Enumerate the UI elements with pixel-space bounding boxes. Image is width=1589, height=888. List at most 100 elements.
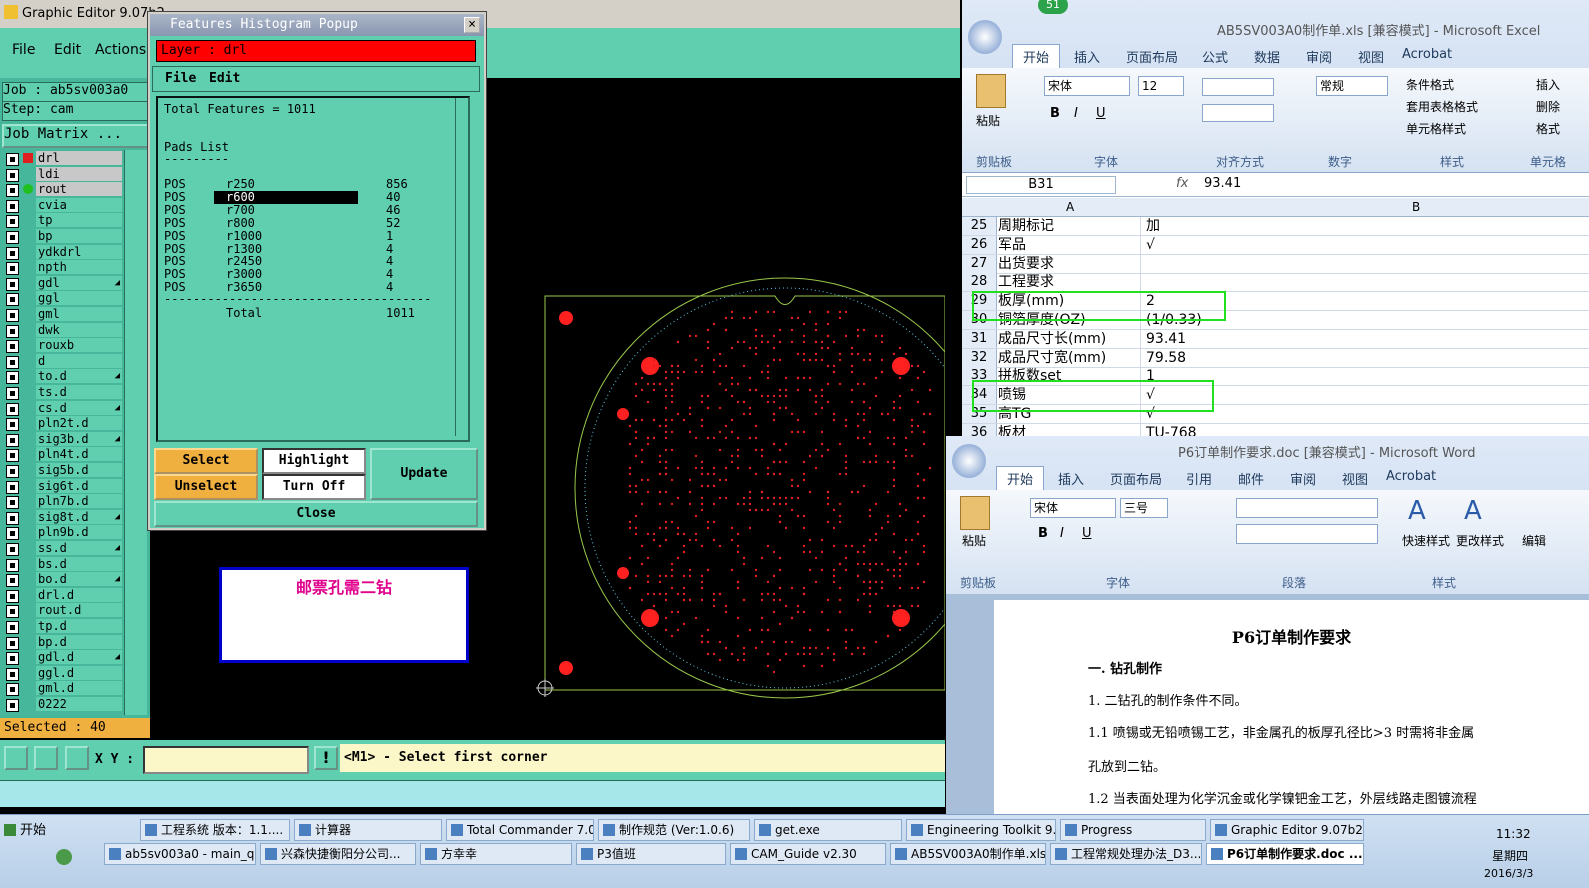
- layer-row[interactable]: ydkdrl: [4, 244, 122, 260]
- unselect-button[interactable]: Unselect: [154, 474, 258, 500]
- layer-checkbox[interactable]: [6, 558, 19, 572]
- layer-row[interactable]: pln2t.d: [4, 416, 122, 432]
- layer-row[interactable]: sig8t.d ◢: [4, 509, 122, 525]
- layer-name[interactable]: bo.d ◢: [36, 572, 122, 587]
- layer-checkbox[interactable]: [6, 324, 19, 338]
- layer-name[interactable]: bs.d: [36, 556, 122, 571]
- excel-tab[interactable]: 页面布局: [1126, 47, 1178, 66]
- layer-name[interactable]: sig5b.d: [36, 463, 122, 477]
- row-number[interactable]: 27: [962, 254, 997, 273]
- popup-menu-edit[interactable]: Edit: [209, 71, 240, 86]
- layer-name[interactable]: bp.d: [36, 634, 122, 649]
- word-tab[interactable]: 视图: [1342, 469, 1368, 488]
- taskbar-button[interactable]: ab5sv003a0 - main_qa: [104, 843, 256, 865]
- row-number[interactable]: 36: [962, 423, 997, 436]
- layer-row[interactable]: gml: [4, 307, 122, 322]
- layer-checkbox[interactable]: [6, 621, 19, 634]
- layer-name[interactable]: dwk: [36, 322, 122, 337]
- layer-name[interactable]: sig6t.d: [36, 478, 122, 493]
- layer-checkbox[interactable]: [6, 262, 19, 276]
- row-number[interactable]: 28: [962, 273, 997, 292]
- popup-menu-file[interactable]: File: [165, 71, 196, 86]
- start-button[interactable]: 开始: [0, 819, 68, 843]
- layer-checkbox[interactable]: [6, 589, 19, 603]
- layer-checkbox[interactable]: [6, 153, 19, 166]
- layer-row[interactable]: cs.d ◢: [4, 400, 122, 416]
- quicklaunch-icon[interactable]: [56, 849, 72, 865]
- layer-checkbox[interactable]: [6, 543, 19, 556]
- layer-name[interactable]: tp: [36, 213, 122, 228]
- taskbar-button[interactable]: 工程常规处理办法_D3...: [1050, 843, 1202, 865]
- layer-name[interactable]: pln7b.d: [36, 494, 122, 509]
- word-font-size[interactable]: 三号: [1120, 498, 1168, 518]
- taskbar-button[interactable]: Engineering Toolkit 9.0...: [906, 819, 1056, 841]
- layer-checkbox[interactable]: [6, 496, 19, 510]
- layer-row[interactable]: tp.d: [4, 619, 122, 634]
- layer-row[interactable]: pln9b.d: [4, 525, 122, 541]
- layer-row[interactable]: sig5b.d: [4, 463, 122, 478]
- excel-tab[interactable]: 公式: [1202, 47, 1228, 66]
- layer-name[interactable]: pln4t.d: [36, 447, 122, 462]
- word-tab[interactable]: 审阅: [1290, 469, 1316, 488]
- histogram-row[interactable]: POS r1000 1: [164, 229, 444, 243]
- excel-tab[interactable]: 审阅: [1306, 47, 1332, 66]
- turn-off-button[interactable]: Turn Off: [262, 474, 366, 500]
- change-style-button[interactable]: 更改样式: [1456, 532, 1504, 549]
- layer-checkbox[interactable]: [6, 387, 19, 400]
- row-number[interactable]: 25: [962, 217, 997, 235]
- xy-input[interactable]: [143, 746, 309, 774]
- office-button-icon[interactable]: [952, 444, 986, 478]
- layer-name[interactable]: rouxb: [36, 338, 122, 353]
- word-tab[interactable]: 引用: [1186, 469, 1212, 488]
- cell-a[interactable]: 成品尺寸宽(mm): [998, 348, 1141, 367]
- layer-name[interactable]: drl: [36, 151, 122, 165]
- word-tab[interactable]: 页面布局: [1110, 469, 1162, 488]
- layer-checkbox[interactable]: [6, 683, 19, 697]
- layer-checkbox[interactable]: [6, 636, 19, 650]
- histogram-row[interactable]: POS r250 856: [164, 178, 444, 191]
- underline-icon[interactable]: U: [1096, 106, 1106, 121]
- quick-style-button[interactable]: 快速样式: [1402, 532, 1450, 549]
- paste-icon[interactable]: [976, 74, 1006, 108]
- layer-row[interactable]: bp: [4, 229, 122, 244]
- alert-icon[interactable]: !: [314, 746, 338, 770]
- layer-row[interactable]: gml.d: [4, 681, 122, 697]
- italic-icon[interactable]: I: [1074, 106, 1078, 121]
- number-format[interactable]: 常规: [1316, 76, 1388, 96]
- taskbar-button[interactable]: Graphic Editor 9.07b2 (...: [1210, 819, 1364, 841]
- layer-checkbox[interactable]: [6, 449, 19, 463]
- cell-a[interactable]: 工程要求: [998, 273, 1141, 292]
- quick-style-icon[interactable]: A: [1408, 496, 1440, 528]
- layer-row[interactable]: dwk: [4, 322, 122, 338]
- layer-row[interactable]: sig6t.d: [4, 478, 122, 494]
- close-icon[interactable]: ×: [464, 17, 480, 33]
- layer-name[interactable]: drl.d: [36, 587, 122, 602]
- excel-font-name[interactable]: 宋体: [1044, 76, 1130, 96]
- layer-name[interactable]: sig8t.d ◢: [36, 509, 122, 524]
- bold-icon[interactable]: B: [1038, 526, 1048, 541]
- layer-name[interactable]: ydkdrl: [36, 244, 122, 259]
- menu-edit[interactable]: Edit: [54, 42, 81, 58]
- layer-row[interactable]: gdl ◢: [4, 275, 122, 291]
- cell-a[interactable]: 周期标记: [998, 217, 1141, 235]
- layer-row[interactable]: ggl.d: [4, 665, 122, 681]
- grid-icon[interactable]: [65, 746, 89, 770]
- update-button[interactable]: Update: [370, 448, 478, 500]
- underline-icon[interactable]: U: [1082, 526, 1092, 541]
- layer-checkbox[interactable]: [6, 527, 19, 541]
- layer-row[interactable]: d: [4, 353, 122, 369]
- layer-checkbox[interactable]: [6, 184, 19, 198]
- histogram-row[interactable]: POS r2450 4: [164, 255, 444, 268]
- word-tab[interactable]: 邮件: [1238, 469, 1264, 488]
- taskbar-button[interactable]: P3值班: [576, 843, 726, 865]
- close-button[interactable]: Close: [154, 501, 478, 527]
- column-a-header[interactable]: A: [1066, 200, 1074, 214]
- insert-cells-button[interactable]: 插入: [1536, 76, 1560, 93]
- layer-checkbox[interactable]: [6, 465, 19, 478]
- layer-row[interactable]: tp: [4, 213, 122, 229]
- italic-icon[interactable]: I: [1060, 526, 1064, 541]
- cell-b[interactable]: 79.58: [1146, 349, 1186, 367]
- taskbar-button[interactable]: get.exe: [754, 819, 902, 841]
- taskbar-button[interactable]: 兴森快捷衡阳分公司...: [260, 843, 416, 865]
- excel-tab[interactable]: Acrobat: [1402, 47, 1452, 62]
